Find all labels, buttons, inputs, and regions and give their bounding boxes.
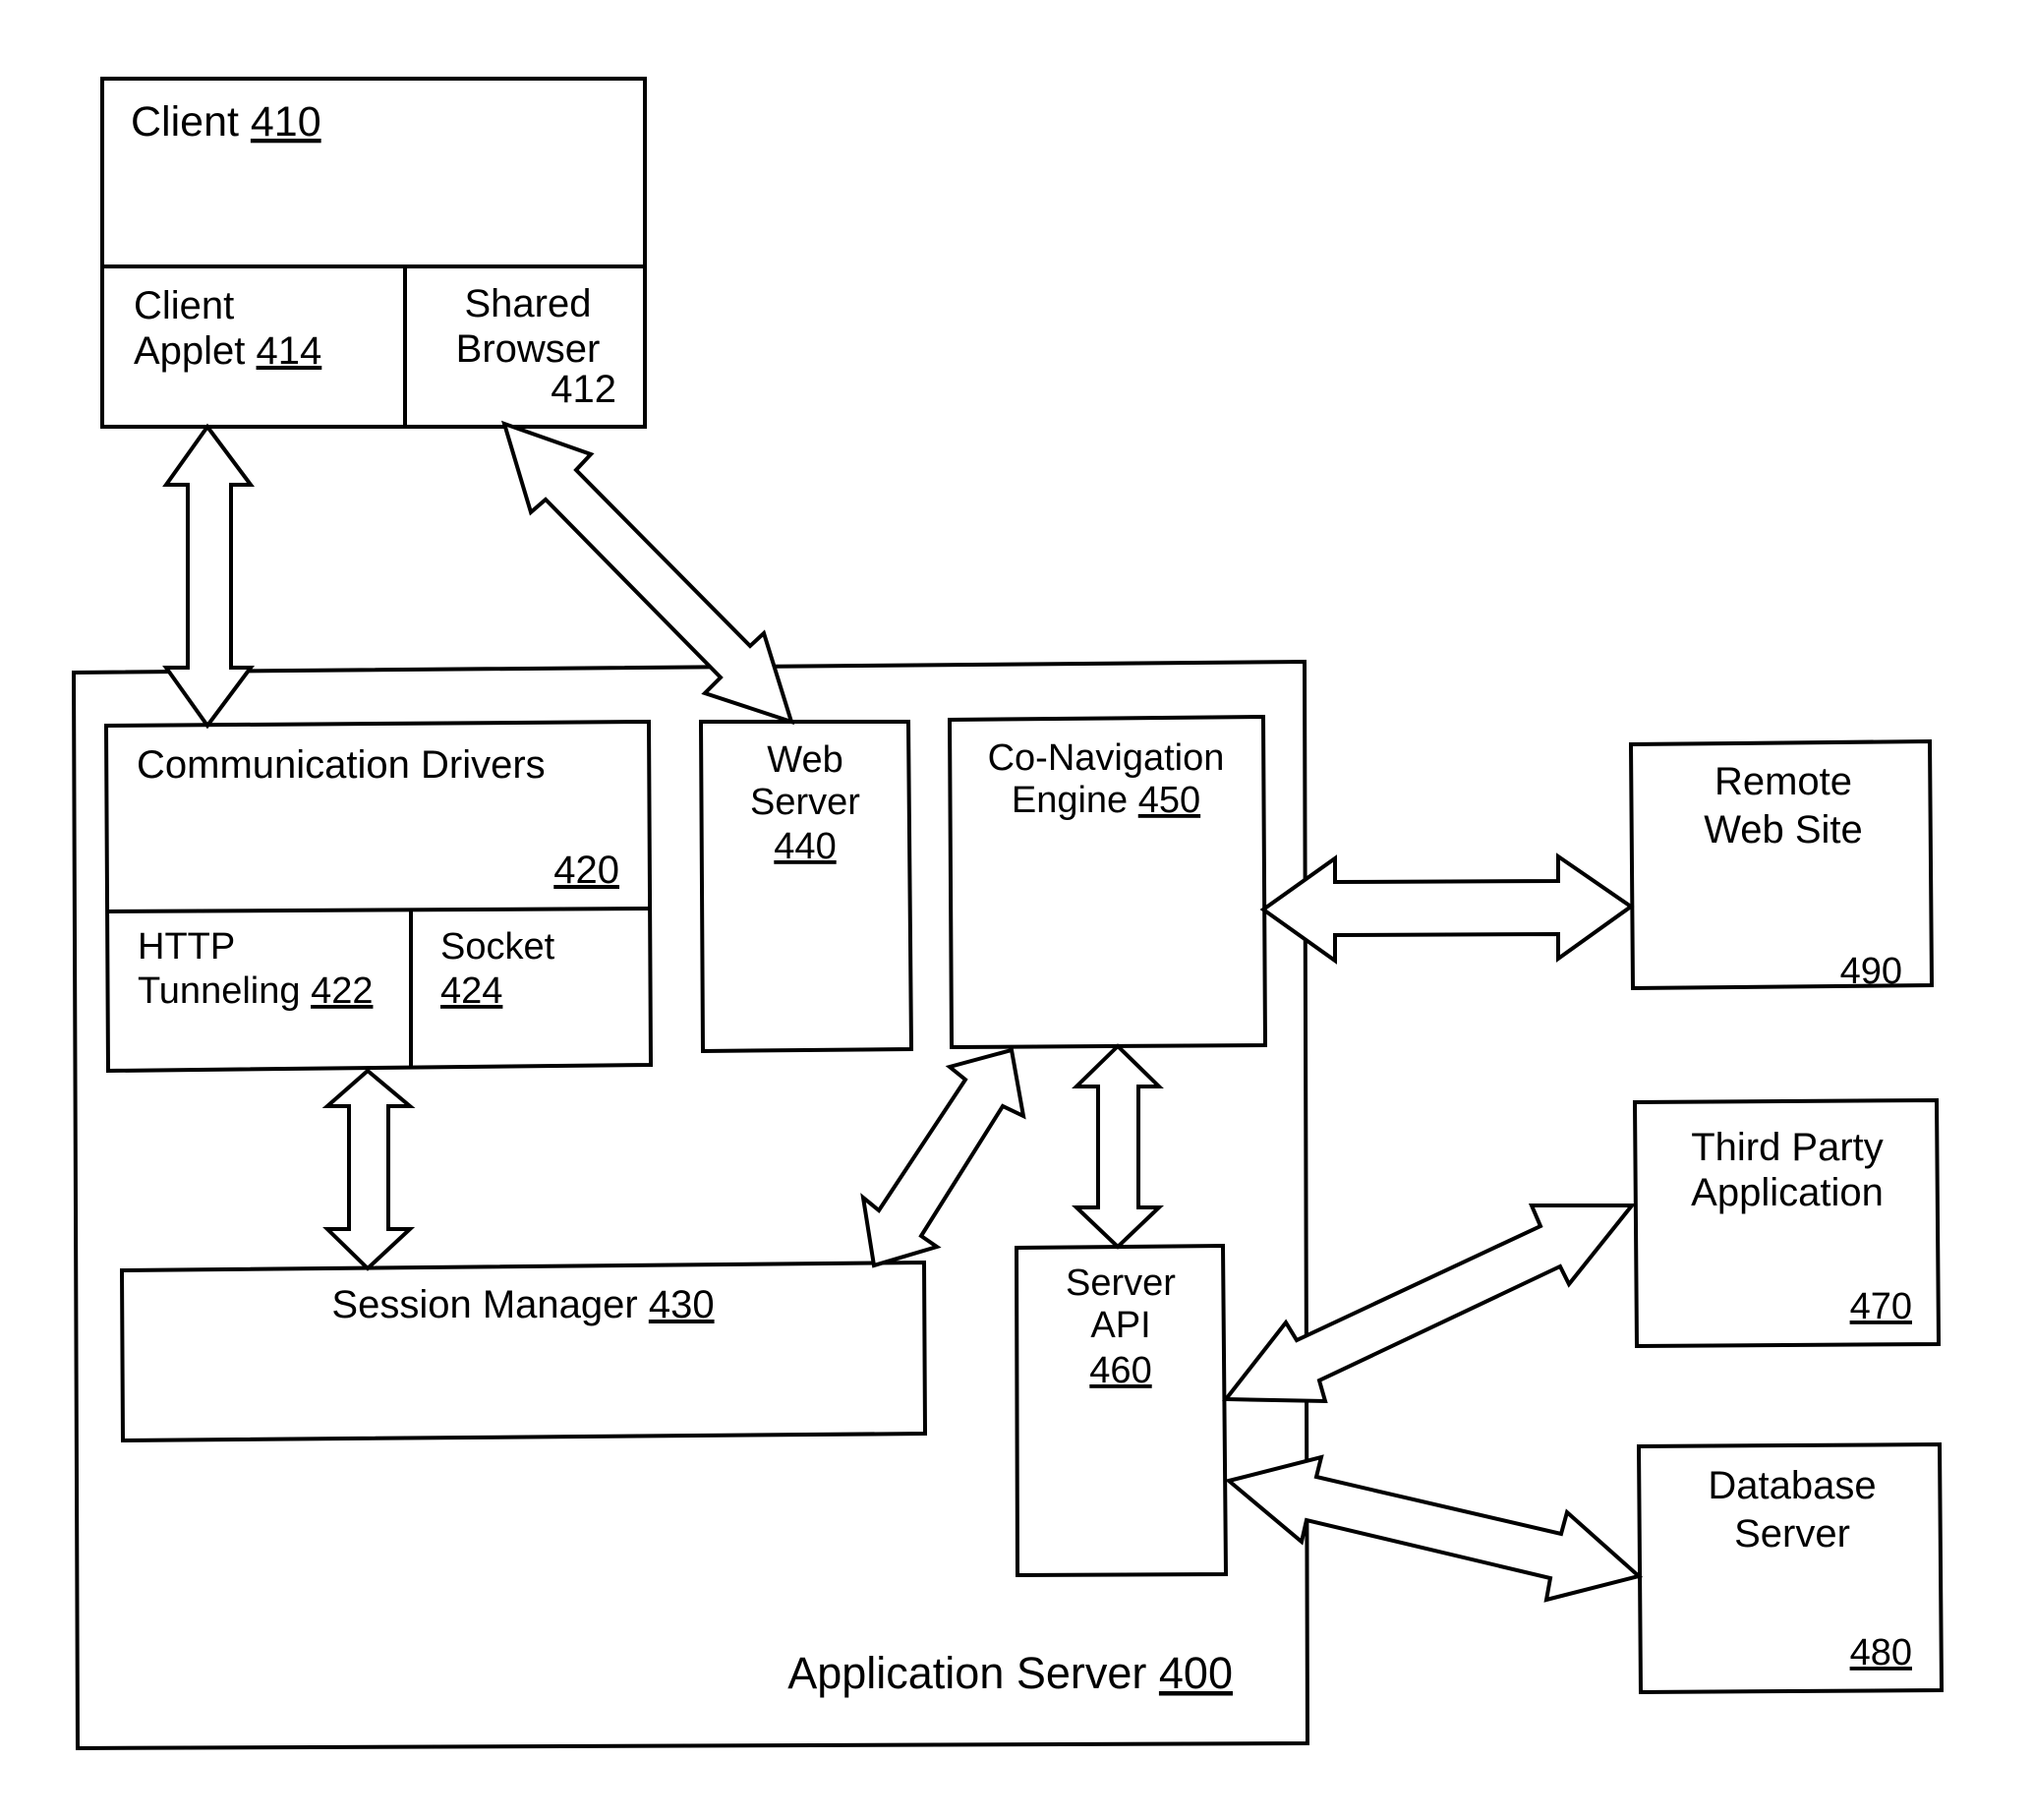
remote-web-site-group: Remote Web Site 490	[1628, 738, 1935, 992]
co-navigation-engine-group: Co-Navigation Engine 450	[947, 714, 1268, 1050]
socket-label: Socket	[440, 926, 555, 968]
server-api-ref: 460	[1089, 1350, 1151, 1391]
architecture-diagram: Client 410 Client Applet 414 Shared Brow…	[71, 77, 1945, 1751]
client-applet-label-2: Applet 414	[134, 329, 321, 373]
database-server-ref: 480	[1850, 1632, 1912, 1673]
client-applet-label-1: Client	[134, 284, 234, 327]
third-party-application-label-2: Application	[1691, 1171, 1884, 1214]
web-server-group: Web Server 440	[698, 720, 914, 1054]
co-navigation-engine-to-remote-web-site-arrow	[1259, 852, 1635, 965]
http-tunneling-label-1: HTTP	[138, 926, 235, 968]
server-api-group: Server API 460	[1014, 1243, 1229, 1578]
client-group: Client 410 Client Applet 414 Shared Brow…	[100, 77, 647, 429]
database-server-label-1: Database	[1708, 1464, 1876, 1507]
database-server-label-2: Server	[1734, 1512, 1850, 1556]
server-api-label-2: API	[1090, 1305, 1150, 1346]
server-api-label-1: Server	[1066, 1262, 1176, 1304]
client-label: Client 410	[131, 98, 321, 146]
remote-web-site-ref: 490	[1840, 951, 1902, 992]
third-party-application-ref: 470	[1850, 1286, 1912, 1327]
shared-browser-ref: 412	[551, 368, 616, 411]
client-applet-to-communication-drivers-arrow	[162, 423, 255, 730]
third-party-application-label-1: Third Party	[1691, 1126, 1884, 1169]
web-server-ref: 440	[774, 826, 836, 867]
session-manager-label: Session Manager 430	[331, 1283, 714, 1326]
application-server-label: Application Server 400	[787, 1648, 1233, 1698]
web-server-label-2: Server	[750, 782, 860, 823]
communication-drivers-ref: 420	[553, 849, 619, 892]
session-manager-group: Session Manager 430	[119, 1260, 928, 1443]
remote-web-site-label-1: Remote	[1714, 760, 1852, 803]
shared-browser-label-2: Browser	[456, 327, 601, 371]
co-navigation-engine-label-2: Engine 450	[1012, 780, 1200, 821]
shared-browser-label-1: Shared	[465, 282, 592, 325]
communication-drivers-group: Communication Drivers 420 HTTP Tunneling…	[103, 719, 654, 1074]
web-server-label-1: Web	[767, 739, 842, 781]
socket-ref: 424	[440, 970, 502, 1012]
communication-drivers-label: Communication Drivers	[137, 743, 546, 787]
third-party-application-group: Third Party Application 470	[1632, 1097, 1942, 1349]
remote-web-site-label-2: Web Site	[1704, 808, 1863, 851]
http-tunneling-label-2: Tunneling 422	[138, 970, 373, 1012]
co-navigation-engine-label-1: Co-Navigation	[988, 737, 1225, 779]
database-server-group: Database Server 480	[1636, 1441, 1945, 1695]
